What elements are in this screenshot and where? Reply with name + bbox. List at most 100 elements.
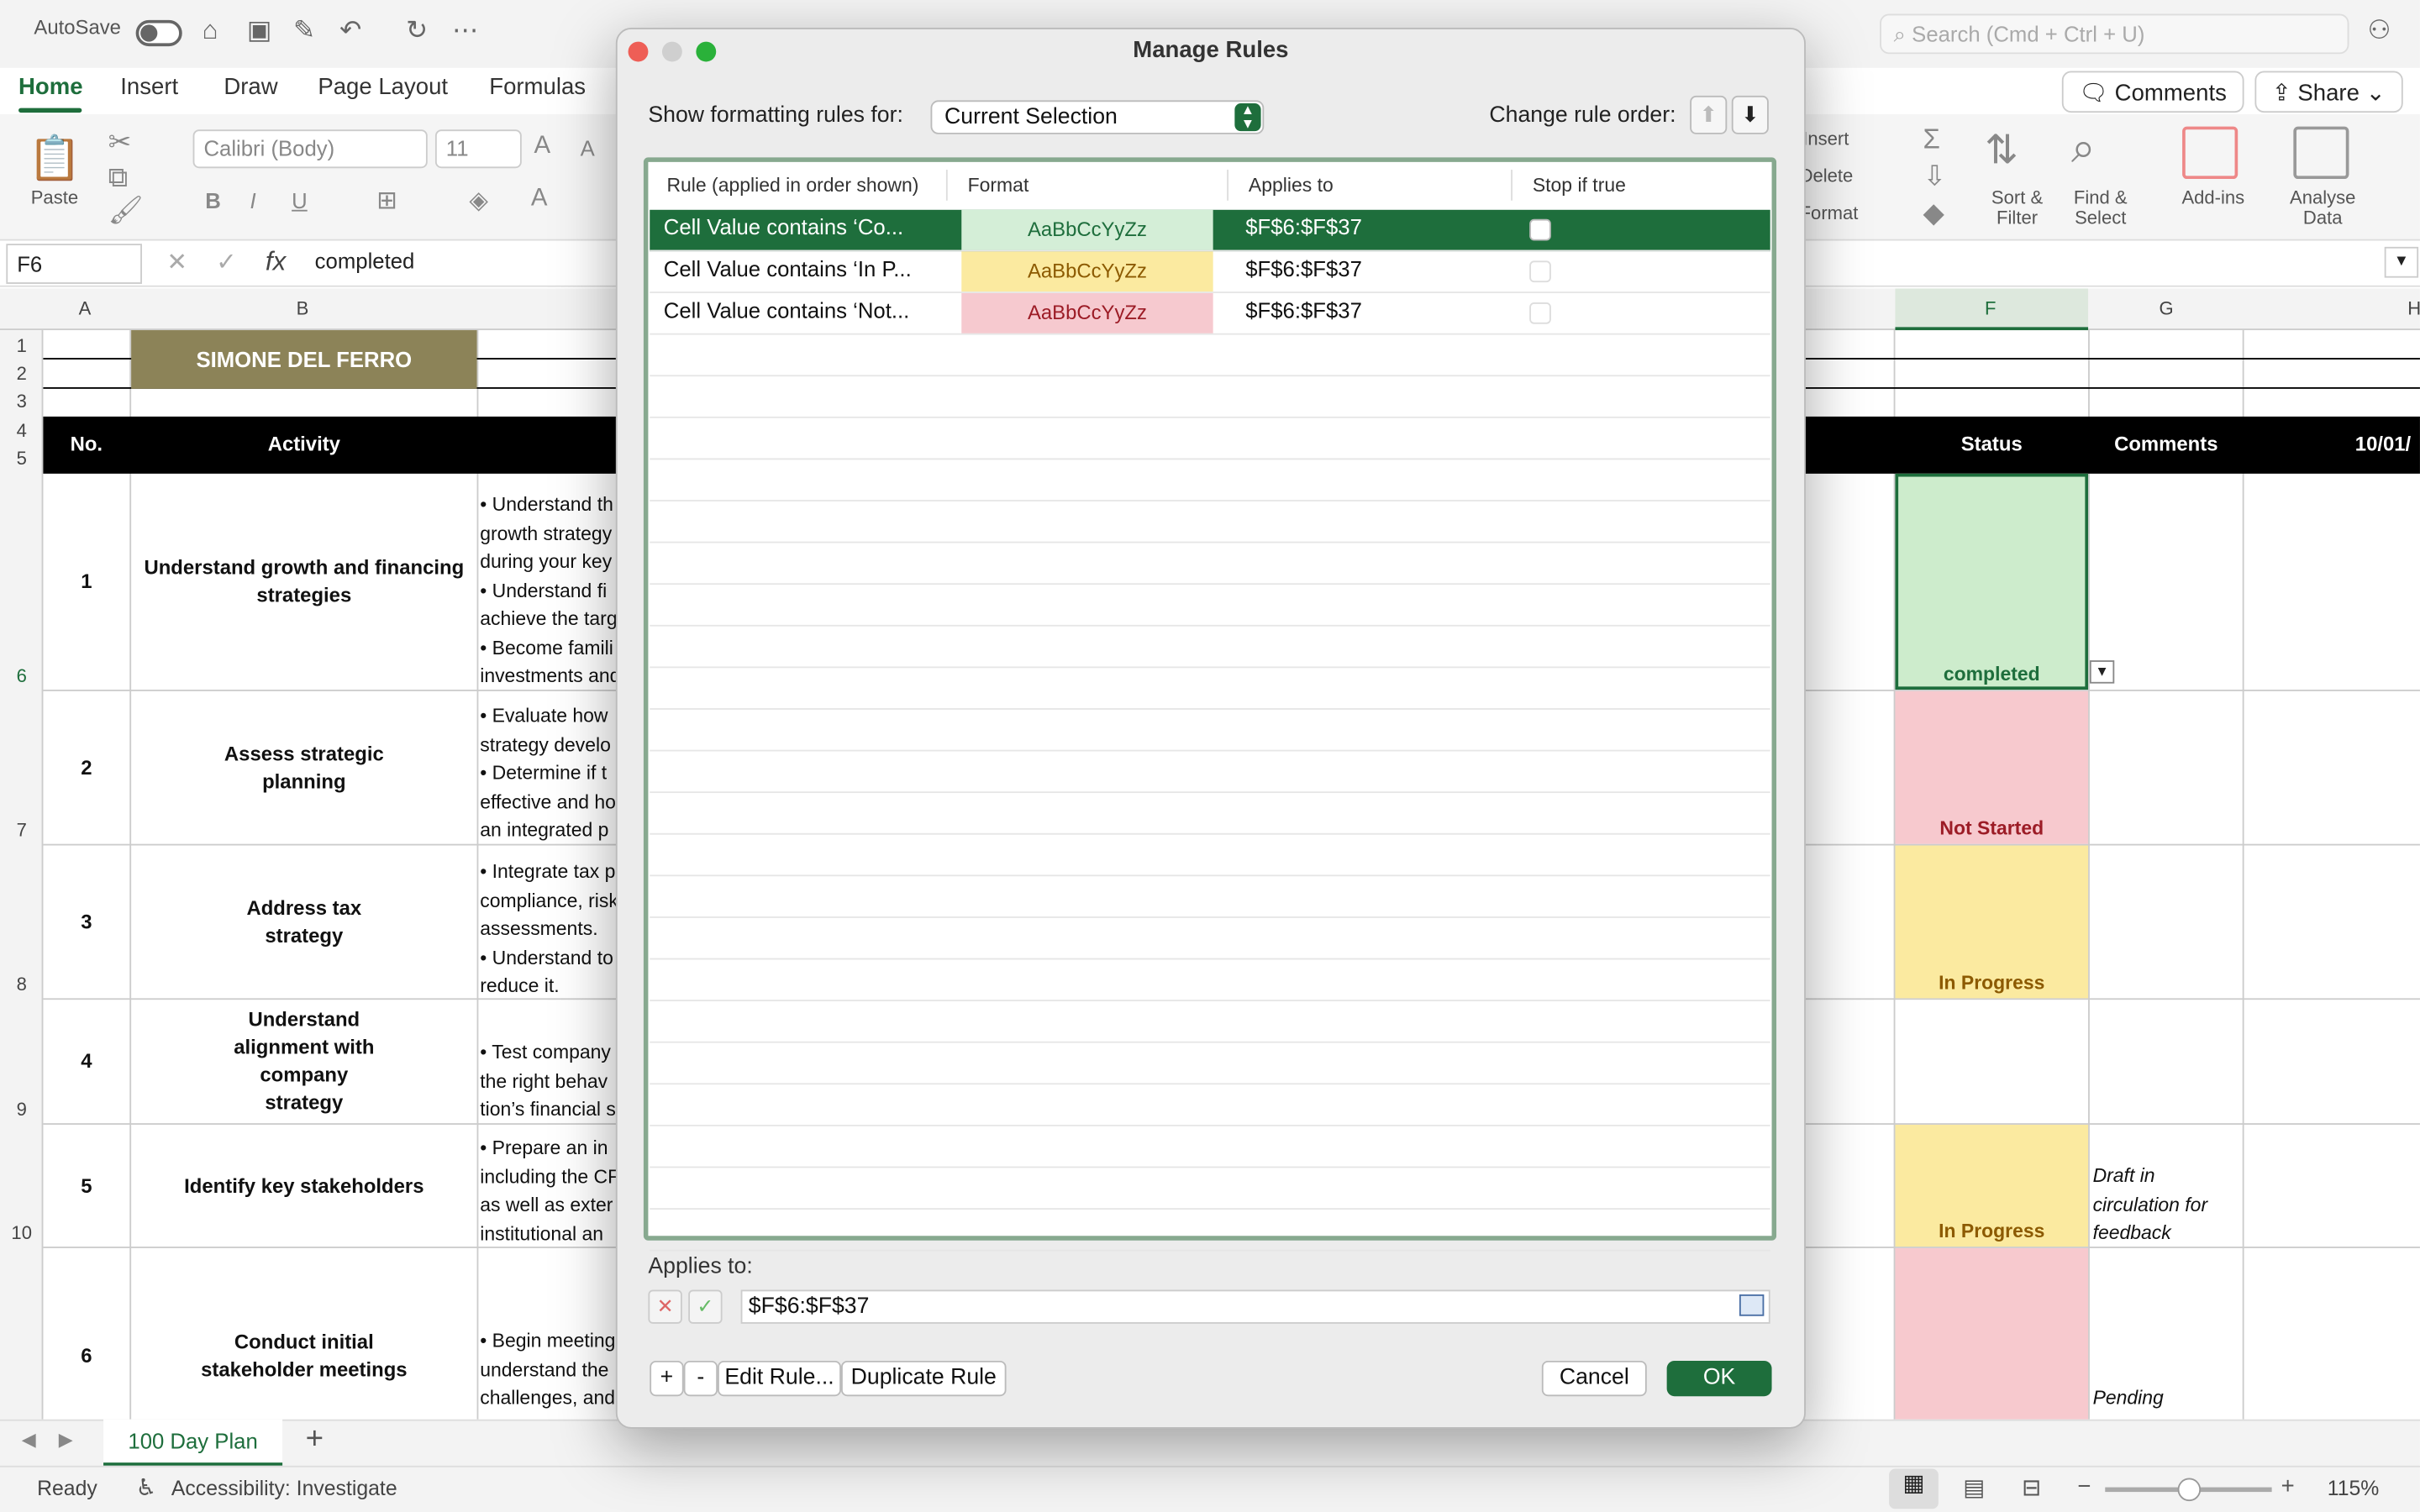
row-header[interactable]: 9 [0, 1099, 43, 1121]
header-status[interactable]: Status [1895, 432, 2088, 455]
ok-button[interactable]: OK [1666, 1360, 1772, 1397]
row-header[interactable]: 10 [0, 1222, 43, 1244]
dropdown-arrow-icon[interactable]: ▼ [2089, 660, 2115, 684]
delete-cells-label[interactable]: Delete [1800, 165, 1854, 186]
accessibility-icon[interactable]: ♿ [136, 1473, 157, 1501]
row-number[interactable]: 5 [43, 1125, 129, 1247]
cancel-entry-icon[interactable]: ✕ [166, 247, 187, 278]
tab-formulas[interactable]: Formulas [489, 74, 586, 100]
row-number[interactable]: 1 [43, 474, 129, 690]
autosave-toggle[interactable] [135, 19, 182, 47]
stop-if-true-checkbox[interactable] [1529, 302, 1551, 324]
status-text[interactable]: Not Started [1895, 817, 2088, 839]
format-painter-icon[interactable]: 🖌 [108, 194, 144, 227]
sheet-title[interactable]: SIMONE DEL FERRO [131, 330, 477, 389]
formula-input[interactable]: completed [315, 249, 415, 273]
expand-formula-icon[interactable]: ▼ [2384, 246, 2419, 278]
comments-button[interactable]: 🗨 Comments [2061, 71, 2244, 113]
save-icon[interactable]: ▣ [247, 15, 272, 46]
confirm-range-icon[interactable]: ✓ [688, 1289, 723, 1324]
status-cell-fill[interactable] [1895, 1247, 2089, 1420]
find-select-icon[interactable]: ⌕ [2071, 123, 2096, 175]
sheet-tab-100-day-plan[interactable]: 100 Day Plan [103, 1419, 283, 1466]
activity-cell[interactable]: Understand growth and financing strategi… [139, 474, 469, 690]
more-icon[interactable]: ⋯ [452, 15, 478, 46]
add-sheet-icon[interactable]: + [306, 1422, 324, 1457]
cancel-button[interactable]: Cancel [1541, 1360, 1647, 1397]
row-number[interactable]: 3 [43, 846, 129, 999]
normal-view-icon[interactable]: ▦ [1889, 1468, 1939, 1509]
borders-icon[interactable]: ⊞ [376, 185, 397, 216]
edit-icon[interactable]: ✎ [293, 15, 315, 46]
row-number[interactable]: 2 [43, 691, 129, 844]
row-number[interactable]: 4 [43, 1000, 129, 1123]
insert-cells-label[interactable]: Insert [1802, 129, 1849, 150]
zoom-out-icon[interactable]: − [2077, 1473, 2091, 1499]
status-text[interactable]: In Progress [1895, 1221, 2088, 1242]
tab-home[interactable]: Home [18, 74, 83, 100]
scope-select[interactable]: Current Selection [930, 100, 1265, 134]
font-color-icon[interactable]: A [531, 185, 548, 213]
stop-if-true-checkbox[interactable] [1529, 218, 1551, 241]
sort-filter-label[interactable]: Sort & Filter [1979, 187, 2056, 228]
sort-filter-icon[interactable]: ⇅ [1985, 127, 2018, 175]
row-header[interactable]: 1 [0, 335, 43, 357]
activity-cell[interactable]: Understand alignment with company strate… [224, 1000, 384, 1123]
font-name-select[interactable]: Calibri (Body) [192, 129, 428, 169]
status-text[interactable]: In Progress [1895, 972, 2088, 994]
status-text[interactable]: completed [1895, 664, 2088, 685]
add-rule-button[interactable]: + [650, 1360, 684, 1397]
description-cell[interactable]: • Evaluate how strategy develo • Determine… [480, 702, 618, 845]
fill-color-icon[interactable]: ◈ [469, 185, 488, 216]
description-cell[interactable]: • Test company the right behav tion’s fina… [480, 1038, 618, 1124]
col-applies-header[interactable]: Applies to [1249, 175, 1334, 197]
format-cells-label[interactable]: Format [1800, 203, 1859, 223]
zoom-level[interactable]: 115% [2328, 1477, 2380, 1500]
column-header-h[interactable]: H [2407, 297, 2420, 319]
range-picker-icon[interactable] [1739, 1294, 1765, 1316]
comment-cell[interactable]: Pending [2093, 1384, 2164, 1413]
cancel-range-icon[interactable]: ✕ [648, 1289, 682, 1324]
col-stop-header[interactable]: Stop if true [1533, 175, 1626, 197]
column-header-a[interactable]: A [79, 297, 92, 319]
tab-page-layout[interactable]: Page Layout [318, 74, 448, 100]
find-select-label[interactable]: Find & Select [2062, 187, 2139, 228]
header-activity[interactable]: Activity [131, 432, 476, 455]
col-format-header[interactable]: Format [968, 175, 1029, 197]
font-size-select[interactable]: 11 [434, 129, 522, 169]
row-header[interactable]: 4 [0, 420, 43, 442]
analyse-data-icon[interactable]: . [2293, 126, 2349, 180]
clear-icon[interactable]: ◆ [1923, 197, 1944, 230]
share-button[interactable]: ⇪ Share ⌄ [2254, 71, 2402, 113]
analyse-data-label[interactable]: Analyse Data [2281, 187, 2365, 228]
row-header[interactable]: 3 [0, 391, 43, 412]
col-rule-header[interactable]: Rule (applied in order shown) [666, 175, 918, 197]
page-break-view-icon[interactable]: ⊟ [2022, 1473, 2041, 1501]
undo-icon[interactable]: ↶ [339, 15, 361, 46]
column-header-f[interactable]: F [1985, 297, 1996, 319]
search-input[interactable]: ⌕ Search (Cmd + Ctrl + U) [1880, 13, 2349, 55]
bold-icon[interactable]: B [205, 188, 221, 213]
underline-icon[interactable]: U [292, 188, 308, 213]
edit-rule-button[interactable]: Edit Rule... [718, 1360, 842, 1397]
autosum-icon[interactable]: Σ [1923, 123, 1940, 156]
activity-cell[interactable]: Assess strategic planning [201, 691, 408, 844]
header-comments[interactable]: Comments [2090, 432, 2243, 455]
cut-icon[interactable]: ✂ [108, 127, 132, 160]
row-header[interactable]: 2 [0, 363, 43, 385]
increase-font-icon[interactable]: A [534, 133, 550, 160]
comment-cell[interactable]: Draft in circulation for feedback [2093, 1162, 2238, 1247]
description-cell[interactable]: • Integrate tax p compliance, risk assessm… [480, 858, 618, 1000]
applies-to-input[interactable]: $F$6:$F$37 [740, 1289, 1770, 1324]
fill-icon[interactable]: ⇩ [1923, 160, 1947, 193]
home-icon[interactable]: ⌂ [203, 15, 218, 46]
row-header[interactable]: 5 [0, 448, 43, 470]
column-header-g[interactable]: G [2160, 297, 2174, 319]
select-arrows-icon[interactable]: ▲ ▼ [1234, 102, 1261, 132]
tab-insert[interactable]: Insert [120, 74, 178, 100]
move-down-icon[interactable]: ⬇ [1731, 95, 1769, 134]
description-cell[interactable]: • Begin meeting understand the challenges,… [480, 1327, 618, 1413]
move-up-icon[interactable]: ⬆ [1690, 95, 1728, 134]
description-cell[interactable]: • Prepare an in including the CF as well a… [480, 1134, 618, 1248]
tab-draw[interactable]: Draw [224, 74, 277, 100]
